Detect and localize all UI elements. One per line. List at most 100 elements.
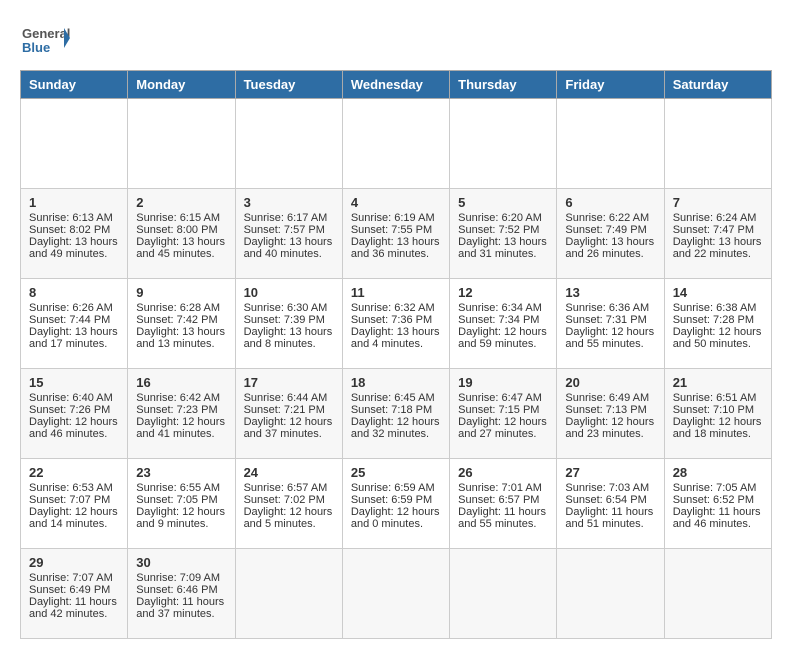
day-number: 13 (565, 285, 655, 300)
sunrise-text: Sunrise: 6:44 AM (244, 392, 334, 404)
sunset-text: Sunset: 7:52 PM (458, 224, 548, 236)
day-number: 20 (565, 375, 655, 390)
week-row-1: 1Sunrise: 6:13 AMSunset: 8:02 PMDaylight… (21, 189, 772, 279)
sunrise-text: Sunrise: 6:15 AM (136, 212, 226, 224)
day-number: 14 (673, 285, 763, 300)
sunrise-text: Sunrise: 6:55 AM (136, 482, 226, 494)
daylight-text: Daylight: 11 hours and 55 minutes. (458, 506, 548, 530)
sunrise-text: Sunrise: 6:45 AM (351, 392, 441, 404)
calendar-cell (235, 549, 342, 639)
sunset-text: Sunset: 7:34 PM (458, 314, 548, 326)
calendar-cell: 16Sunrise: 6:42 AMSunset: 7:23 PMDayligh… (128, 369, 235, 459)
sunset-text: Sunset: 7:10 PM (673, 404, 763, 416)
calendar-cell: 5Sunrise: 6:20 AMSunset: 7:52 PMDaylight… (450, 189, 557, 279)
sunrise-text: Sunrise: 6:30 AM (244, 302, 334, 314)
sunset-text: Sunset: 7:49 PM (565, 224, 655, 236)
sunrise-text: Sunrise: 6:28 AM (136, 302, 226, 314)
sunset-text: Sunset: 7:39 PM (244, 314, 334, 326)
daylight-text: Daylight: 12 hours and 32 minutes. (351, 416, 441, 440)
calendar-cell: 8 Sunrise: 6:26 AMSunset: 7:44 PMDaylight… (21, 279, 128, 369)
daylight-text: Daylight: 12 hours and 55 minutes. (565, 326, 655, 350)
calendar-cell (21, 99, 128, 189)
daylight-text: Daylight: 12 hours and 18 minutes. (673, 416, 763, 440)
sunrise-text: Sunrise: 6:36 AM (565, 302, 655, 314)
sunset-text: Sunset: 7:18 PM (351, 404, 441, 416)
logo: General Blue (20, 20, 74, 60)
sunrise-text: Sunrise: 6:49 AM (565, 392, 655, 404)
sunset-text: Sunset: 6:54 PM (565, 494, 655, 506)
daylight-text: Daylight: 12 hours and 50 minutes. (673, 326, 763, 350)
calendar-cell (557, 549, 664, 639)
sunset-text: Sunset: 7:36 PM (351, 314, 441, 326)
sunrise-text: Sunrise: 6:20 AM (458, 212, 548, 224)
day-header-sunday: Sunday (21, 71, 128, 99)
day-header-tuesday: Tuesday (235, 71, 342, 99)
day-number: 16 (136, 375, 226, 390)
day-header-thursday: Thursday (450, 71, 557, 99)
day-header-wednesday: Wednesday (342, 71, 449, 99)
daylight-text: Daylight: 11 hours and 51 minutes. (565, 506, 655, 530)
calendar-cell (450, 99, 557, 189)
sunset-text: Sunset: 7:05 PM (136, 494, 226, 506)
calendar-cell (664, 99, 771, 189)
day-number: 17 (244, 375, 334, 390)
week-row-4: 22 Sunrise: 6:53 AMSunset: 7:07 PM Dayligh… (21, 459, 772, 549)
sunrise-text: Sunrise: 6:32 AM (351, 302, 441, 314)
day-number: 12 (458, 285, 548, 300)
calendar-cell: 20Sunrise: 6:49 AMSunset: 7:13 PMDayligh… (557, 369, 664, 459)
sunset-text: Sunset: 7:42 PM (136, 314, 226, 326)
sunset-text: Sunset: 7:44 PM (29, 314, 119, 326)
calendar-cell: 28Sunrise: 7:05 AMSunset: 6:52 PMDayligh… (664, 459, 771, 549)
sunset-text: Sunset: 7:13 PM (565, 404, 655, 416)
sunset-text: Sunset: 6:59 PM (351, 494, 441, 506)
day-header-saturday: Saturday (664, 71, 771, 99)
daylight-text: Daylight: 12 hours and 0 minutes. (351, 506, 441, 530)
daylight-text: Daylight: 13 hours and 13 minutes. (136, 326, 226, 350)
day-number: 4 (351, 195, 441, 210)
calendar-cell: 21Sunrise: 6:51 AMSunset: 7:10 PMDayligh… (664, 369, 771, 459)
sunset-text: Sunset: 7:23 PM (136, 404, 226, 416)
sunset-text: Sunset: 7:07 PM (29, 494, 119, 506)
week-row-2: 8Sunrise: 6:26 AMSunset: 7:44 PMDaylight… (21, 279, 772, 369)
sunrise-text: Sunrise: 7:03 AM (565, 482, 655, 494)
day-number: 22 (29, 465, 119, 480)
daylight-text: Daylight: 12 hours and 9 minutes. (136, 506, 226, 530)
calendar-cell: 26Sunrise: 7:01 AMSunset: 6:57 PMDayligh… (450, 459, 557, 549)
calendar-cell: 11Sunrise: 6:32 AMSunset: 7:36 PMDayligh… (342, 279, 449, 369)
sunrise-text: Sunrise: 6:17 AM (244, 212, 334, 224)
day-number: 15 (29, 375, 119, 390)
daylight-text: Daylight: 13 hours and 8 minutes. (244, 326, 334, 350)
day-number: 23 (136, 465, 226, 480)
daylight-text: Daylight: 13 hours and 40 minutes. (244, 236, 334, 260)
daylight-text: Daylight: 12 hours and 59 minutes. (458, 326, 548, 350)
sunrise-text: Sunrise: 6:53 AM (29, 482, 119, 494)
calendar-cell: 4Sunrise: 6:19 AMSunset: 7:55 PMDaylight… (342, 189, 449, 279)
day-number: 25 (351, 465, 441, 480)
daylight-text: Daylight: 13 hours and 17 minutes. (29, 326, 119, 350)
calendar-cell: 27Sunrise: 7:03 AMSunset: 6:54 PMDayligh… (557, 459, 664, 549)
calendar-cell: 1Sunrise: 6:13 AMSunset: 8:02 PMDaylight… (21, 189, 128, 279)
calendar-cell: 15Sunrise: 6:40 AMSunset: 7:26 PMDayligh… (21, 369, 128, 459)
day-number: 8 (29, 285, 119, 300)
calendar-cell (235, 99, 342, 189)
calendar-cell: 30Sunrise: 7:09 AMSunset: 6:46 PMDayligh… (128, 549, 235, 639)
daylight-text: Daylight: 12 hours and 27 minutes. (458, 416, 548, 440)
calendar-cell: 10Sunrise: 6:30 AMSunset: 7:39 PMDayligh… (235, 279, 342, 369)
sunrise-text: Sunrise: 6:38 AM (673, 302, 763, 314)
day-number: 29 (29, 555, 119, 570)
calendar-cell (128, 99, 235, 189)
daylight-text: Daylight: 12 hours and 37 minutes. (244, 416, 334, 440)
sunrise-text: Sunrise: 6:26 AM (29, 302, 119, 314)
sunset-text: Sunset: 7:47 PM (673, 224, 763, 236)
calendar-cell: 12Sunrise: 6:34 AMSunset: 7:34 PMDayligh… (450, 279, 557, 369)
sunrise-text: Sunrise: 7:07 AM (29, 572, 119, 584)
day-number: 19 (458, 375, 548, 390)
daylight-text: Daylight: 13 hours and 36 minutes. (351, 236, 441, 260)
sunrise-text: Sunrise: 6:24 AM (673, 212, 763, 224)
sunset-text: Sunset: 6:52 PM (673, 494, 763, 506)
week-row-3: 15Sunrise: 6:40 AMSunset: 7:26 PMDayligh… (21, 369, 772, 459)
calendar-cell (342, 99, 449, 189)
day-number: 11 (351, 285, 441, 300)
day-number: 18 (351, 375, 441, 390)
calendar-cell: 29Sunrise: 7:07 AMSunset: 6:49 PMDayligh… (21, 549, 128, 639)
